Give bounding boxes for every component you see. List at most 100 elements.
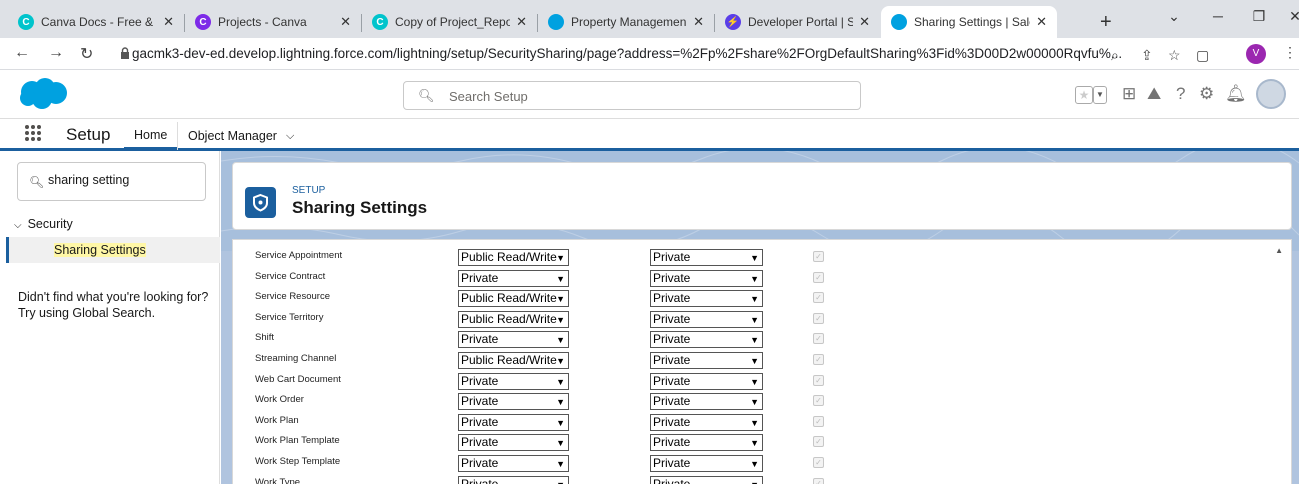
side-panel-icon[interactable]: ▢ [1196,47,1209,64]
internal-access-select[interactable]: Private ▼ [458,413,569,431]
select-value: Public Read/Write [461,353,557,367]
external-access-select[interactable]: Private ▼ [650,393,763,411]
external-access-select[interactable]: Private ▼ [650,269,763,287]
internal-access-select[interactable]: Private ▼ [458,331,569,349]
object-name: Web Cart Document [255,373,341,385]
tab-favicon-icon: ⚡ [725,14,741,30]
back-icon[interactable]: ← [14,44,30,62]
object-name: Service Contract [255,270,326,282]
table-row: Work Step Template Private ▼ Private ▼ ✓ [233,453,1273,473]
search-setup-input[interactable]: 🔍︎ Search Setup [403,81,861,110]
browser-tab[interactable]: C Copy of Project_Repo ✕ [362,6,537,38]
close-icon[interactable]: ✕ [340,14,351,30]
internal-access-select[interactable]: Public Read/Write ▼ [458,249,569,266]
internal-access-select[interactable]: Public Read/Write ▼ [458,290,569,308]
setup-nav-bar: Setup Home Object Manager ⌵ [0,119,1299,151]
new-tab-button[interactable]: + [1094,6,1124,38]
chevron-down-icon: ▼ [750,314,759,325]
grant-access-checkbox[interactable]: ✓ [813,457,824,468]
close-icon[interactable]: ✕ [1036,14,1047,30]
tab-favicon-icon: C [18,14,34,30]
tab-label: Copy of Project_Repo [395,15,511,29]
internal-access-select[interactable]: Private ▼ [458,372,569,390]
grant-access-checkbox[interactable]: ✓ [813,436,824,448]
object-name: Work Type [255,476,301,484]
browser-tab[interactable]: ⚡ Developer Portal | Sale ✕ [715,6,880,38]
chevron-down-icon[interactable]: ⌵ [286,130,294,143]
external-access-select[interactable]: Private ▼ [650,434,763,452]
sidebar-section-security[interactable]: ⌵ Security [14,217,73,231]
help-icon[interactable]: ? [1176,84,1185,104]
internal-access-select[interactable]: Private ▼ [458,393,569,411]
address-bar[interactable]: gacmk3-dev-ed.develop.lightning.force.co… [110,42,1212,66]
grant-access-checkbox[interactable]: ✓ [813,415,824,427]
browser-tab[interactable]: C Projects - Canva ✕ [185,6,361,38]
close-icon[interactable]: ✕ [163,14,174,30]
favorites-star-icon[interactable]: ★ [1075,86,1093,104]
grant-access-checkbox[interactable]: ✓ [813,477,824,484]
close-window-icon[interactable]: ✕ [1273,0,1299,32]
quick-find-input[interactable] [48,173,198,187]
browser-tab[interactable]: C Canva Docs - Free & E ✕ [8,6,184,38]
bookmark-star-icon[interactable]: ☆ [1168,47,1181,64]
trailhead-icon[interactable]: ⛰ [1147,84,1161,104]
table-row: Work Plan Template Private ▼ Private ▼ ✓ [233,432,1273,452]
share-icon[interactable]: ⇪ [1141,47,1153,64]
tab-home[interactable]: Home [124,122,178,150]
close-icon[interactable]: ✕ [859,14,870,30]
chevron-down-icon: ▼ [556,273,565,284]
not-found-line2[interactable]: Try using Global Search. [18,305,208,321]
close-icon[interactable]: ✕ [693,14,704,30]
external-access-select[interactable]: Private ▼ [650,290,763,308]
grant-access-checkbox[interactable]: ✓ [813,333,824,345]
tab-object-manager-label: Object Manager [188,129,277,143]
chevron-down-icon: ▼ [750,273,759,284]
close-icon[interactable]: ✕ [516,14,527,30]
zoom-icon[interactable]: ⌕ [1111,47,1119,64]
internal-access-select[interactable]: Private ▼ [458,269,569,287]
notifications-bell-icon[interactable]: 🔔︎ [1225,84,1247,104]
external-access-select[interactable]: Private ▼ [650,475,763,484]
external-access-select[interactable]: Private ▼ [650,455,763,472]
external-access-select[interactable]: Private ▼ [650,310,763,328]
reload-icon[interactable]: ↻ [80,44,93,64]
sidebar-item-sharing-settings[interactable]: Sharing Settings [6,237,220,263]
internal-access-select[interactable]: Public Read/Write ▼ [458,310,569,328]
grant-access-checkbox[interactable]: ✓ [813,374,824,386]
external-access-select[interactable]: Private ▼ [650,249,763,266]
external-access-select[interactable]: Private ▼ [650,331,763,349]
external-access-select[interactable]: Private ▼ [650,352,763,369]
chevron-down-icon: ▼ [750,335,759,346]
browser-tab[interactable]: Sharing Settings | Sale ✕ [881,6,1057,38]
grant-access-checkbox[interactable]: ✓ [813,395,824,407]
tab-object-manager[interactable]: Object Manager ⌵ [177,122,304,150]
salesforce-logo-icon[interactable] [18,77,68,111]
user-avatar[interactable] [1256,79,1286,109]
grant-access-checkbox[interactable]: ✓ [813,354,824,365]
forward-icon[interactable]: → [48,44,64,62]
grant-access-checkbox[interactable]: ✓ [813,292,824,304]
internal-access-select[interactable]: Private ▼ [458,434,569,452]
browser-tab[interactable]: Property Managemen ✕ [538,6,714,38]
grant-access-checkbox[interactable]: ✓ [813,251,824,262]
scroll-up-icon[interactable]: ▲ [1275,246,1283,255]
browser-menu-icon[interactable]: ⋮ [1283,44,1297,61]
internal-access-select[interactable]: Private ▼ [458,455,569,472]
grant-access-checkbox[interactable]: ✓ [813,271,824,283]
favorites-dropdown-icon[interactable]: ▼ [1093,86,1107,104]
select-value: Private [653,456,691,470]
grant-access-checkbox[interactable]: ✓ [813,312,824,324]
profile-avatar[interactable]: V [1246,44,1266,64]
internal-access-select[interactable]: Private ▼ [458,475,569,484]
tab-search-icon[interactable]: ⌄ [1152,0,1196,32]
quick-find-box[interactable]: 🔍︎ [17,162,206,201]
setup-gear-icon[interactable]: ⚙ [1199,84,1214,104]
select-value: Private [653,435,691,450]
external-access-select[interactable]: Private ▼ [650,372,763,390]
internal-access-select[interactable]: Public Read/Write ▼ [458,352,569,369]
external-access-select[interactable]: Private ▼ [650,413,763,431]
global-actions-icon[interactable]: ⊞ [1122,84,1136,104]
tab-label: Sharing Settings | Sale [914,15,1031,29]
app-launcher-icon[interactable] [25,125,41,141]
minimize-icon[interactable]: ─ [1196,0,1240,32]
